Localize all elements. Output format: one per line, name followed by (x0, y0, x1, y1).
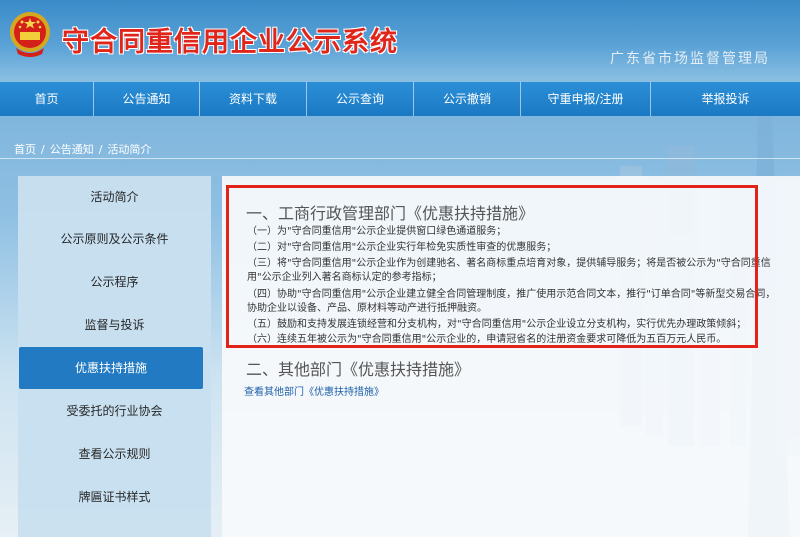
breadcrumb: 首页 / 公告通知 / 活动简介 (14, 141, 151, 157)
nav-downloads[interactable]: 资料下载 (200, 82, 307, 116)
nav-public-query[interactable]: 公示查询 (307, 82, 414, 116)
breadcrumb-current: 活动简介 (107, 143, 152, 156)
national-emblem-icon (10, 12, 50, 57)
section-title-2: 二、其他部门《优惠扶持措施》 (246, 360, 471, 379)
nav-apply-register[interactable]: 守重申报/注册 (521, 82, 651, 116)
breadcrumb-announcements[interactable]: 公告通知 (50, 143, 94, 156)
sidebar-item-principles[interactable]: 公示原则及公示条件 (18, 218, 211, 260)
sidebar-item-associations[interactable]: 受委托的行业协会 (18, 390, 211, 432)
nav-public-revoke[interactable]: 公示撤销 (414, 82, 521, 116)
sidebar-item-rules[interactable]: 查看公示规则 (18, 433, 211, 475)
agency-name: 广东省市场监督管理局 (610, 51, 770, 67)
nav-report-complaint[interactable]: 举报投诉 (651, 82, 800, 116)
sidebar: 活动简介 公示原则及公示条件 公示程序 监督与投诉 优惠扶持措施 受委托的行业协… (18, 176, 211, 537)
breadcrumb-divider (0, 158, 800, 159)
sidebar-item-supervision[interactable]: 监督与投诉 (18, 304, 211, 346)
highlight-box (226, 185, 758, 348)
breadcrumb-separator: / (98, 143, 103, 156)
site-header: 守合同重信用企业公示系统 广东省市场监督管理局 (0, 0, 800, 82)
sidebar-item-preferential-measures[interactable]: 优惠扶持措施 (19, 347, 203, 389)
other-measures-link[interactable]: 查看其他部门《优惠扶持措施》 (244, 383, 384, 398)
sidebar-item-certificate-style[interactable]: 牌匾证书样式 (18, 476, 211, 518)
sidebar-item-procedure[interactable]: 公示程序 (18, 261, 211, 303)
nav-home[interactable]: 首页 (0, 82, 94, 116)
main-nav: 首页 公告通知 资料下载 公示查询 公示撤销 守重申报/注册 举报投诉 (0, 82, 800, 116)
sidebar-item-activity-intro[interactable]: 活动简介 (18, 176, 211, 218)
breadcrumb-separator: / (41, 143, 45, 156)
nav-announcements[interactable]: 公告通知 (94, 82, 200, 116)
site-title: 守合同重信用企业公示系统 (62, 27, 398, 58)
breadcrumb-home[interactable]: 首页 (14, 143, 36, 156)
